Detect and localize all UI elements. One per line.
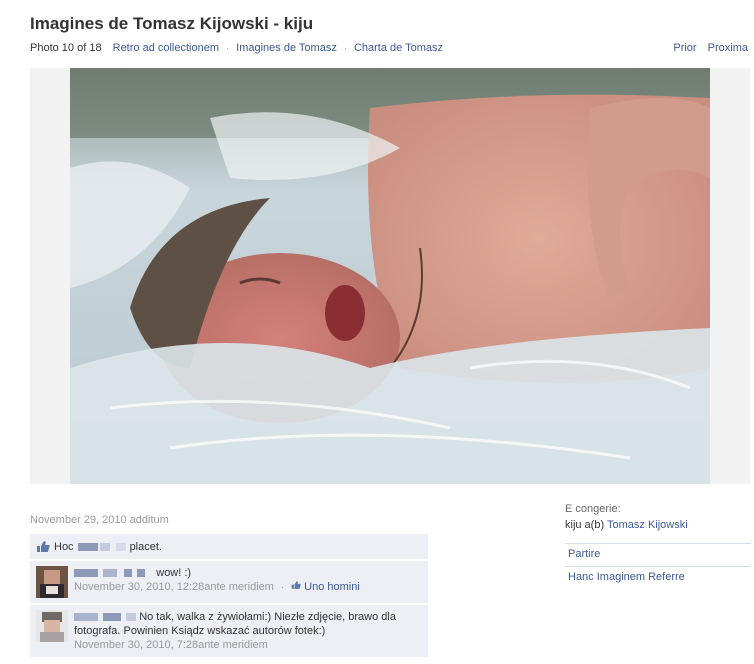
comment-time: November 30, 2010, 7:28ante meridiem xyxy=(74,639,268,651)
previous-photo-link[interactable]: Prior xyxy=(673,42,696,54)
comment-item: No tak, walka z żywiołami:) Niezłe zdjęc… xyxy=(30,605,428,657)
avatar-image xyxy=(36,610,68,642)
redacted-author[interactable] xyxy=(74,613,98,622)
separator: · xyxy=(226,43,230,53)
added-date: November 29, 2010 additum xyxy=(30,514,169,526)
redacted-author-part xyxy=(124,569,133,578)
redacted-author-part xyxy=(126,613,137,622)
thumbs-up-icon xyxy=(37,541,50,552)
redacted-name xyxy=(115,542,126,551)
album-owner-prefix: kiju a(b) xyxy=(565,519,605,531)
comment-time: November 30, 2010, 12:28ante meridiem xyxy=(74,581,274,593)
photo-nav-bar: Photo 10 of 18 Retro ad collectionem · I… xyxy=(30,42,748,56)
pager: Prior Proxima xyxy=(673,42,748,54)
thumbs-up-icon xyxy=(291,581,301,589)
comment-meta: November 30, 2010, 12:28ante meridiem · … xyxy=(74,580,422,594)
like-suffix: placet. xyxy=(129,540,162,553)
redacted-author-part xyxy=(137,569,146,578)
like-prefix: Hoc xyxy=(54,540,74,553)
like-sentence: Hoc placet. xyxy=(30,534,428,559)
redacted-author-part xyxy=(103,613,122,622)
album-label: E congerie: xyxy=(565,503,621,515)
comment-like-count[interactable]: Uno homini xyxy=(304,581,360,593)
comment-meta: November 30, 2010, 7:28ante meridiem xyxy=(74,638,422,652)
photo-count: Photo 10 of 18 xyxy=(30,42,102,54)
main-photo[interactable] xyxy=(70,68,710,484)
report-photo-link[interactable]: Hanc Imaginem Referre xyxy=(565,566,751,587)
avatar[interactable] xyxy=(36,566,68,598)
album-panel: E congerie: kiju a(b) Tomasz Kijowski Pa… xyxy=(565,503,751,587)
comment-body: No tak, walka z żywiołami:) Niezłe zdjęc… xyxy=(74,610,422,652)
avatar-image xyxy=(36,566,68,598)
separator: · xyxy=(343,43,347,53)
comment-body: wow! :) November 30, 2010, 12:28ante mer… xyxy=(74,566,422,598)
photo-stage xyxy=(30,68,750,484)
share-link[interactable]: Partire xyxy=(565,543,751,564)
comment-item: wow! :) November 30, 2010, 12:28ante mer… xyxy=(30,561,428,603)
feedback-section: Hoc placet. wow! :) November 30, 2010, 1… xyxy=(30,534,428,659)
owner-name-link[interactable]: Tomasz Kijowski xyxy=(607,519,688,531)
album-owner: kiju a(b) Tomasz Kijowski xyxy=(565,519,751,531)
redacted-name xyxy=(99,542,110,551)
comment-text: No tak, walka z żywiołami:) Niezłe zdjęc… xyxy=(74,611,396,637)
separator: · xyxy=(281,582,285,592)
redacted-author-part xyxy=(103,569,118,578)
back-to-album-link[interactable]: Retro ad collectionem xyxy=(113,42,219,54)
user-profile-link[interactable]: Charta de Tomasz xyxy=(354,42,443,54)
redacted-name xyxy=(77,542,98,551)
next-photo-link[interactable]: Proxima xyxy=(708,42,748,54)
avatar[interactable] xyxy=(36,610,68,642)
photos-of-user-link[interactable]: Imagines de Tomasz xyxy=(236,42,337,54)
page-title: Imagines de Tomasz Kijowski - kiju xyxy=(30,14,314,33)
comment-text: wow! :) xyxy=(156,567,192,579)
redacted-author[interactable] xyxy=(74,569,98,578)
